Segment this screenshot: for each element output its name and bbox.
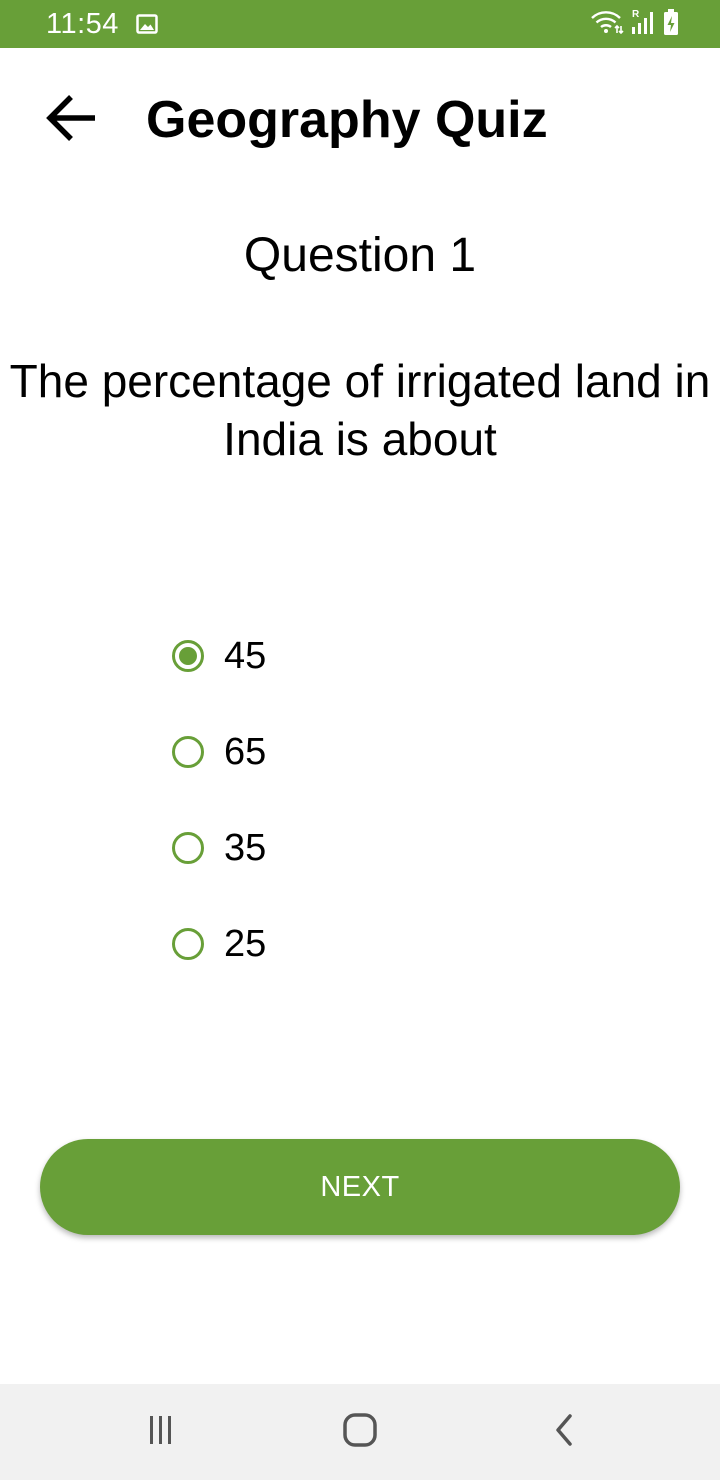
option-label: 25	[224, 923, 267, 965]
status-icons: R	[590, 8, 680, 40]
radio-button[interactable]	[172, 928, 204, 960]
recent-apps-icon	[142, 1412, 178, 1453]
home-icon	[340, 1410, 380, 1455]
home-button[interactable]	[336, 1408, 384, 1456]
answer-option[interactable]: 65	[170, 728, 266, 776]
next-button[interactable]: NEXT	[40, 1139, 680, 1235]
app-bar: Geography Quiz	[0, 48, 720, 194]
radio-button-selected[interactable]	[172, 640, 204, 672]
navigation-bar	[0, 1384, 720, 1480]
answer-option[interactable]: 45	[170, 632, 266, 680]
nav-back-button[interactable]	[540, 1408, 588, 1456]
radio-button[interactable]	[172, 736, 204, 768]
recent-apps-button[interactable]	[136, 1408, 184, 1456]
radio-button[interactable]	[172, 832, 204, 864]
arrow-back-icon	[43, 89, 101, 152]
battery-charging-icon	[662, 8, 680, 41]
signal-icon: R	[630, 8, 656, 41]
back-icon	[546, 1412, 582, 1453]
option-label: 35	[224, 827, 267, 869]
answer-options: 45 65 35 25	[170, 632, 266, 1016]
gallery-icon	[136, 13, 158, 35]
answer-option[interactable]: 35	[170, 824, 266, 872]
svg-text:R: R	[632, 9, 640, 20]
status-bar: 11:54 R	[0, 0, 720, 48]
question-text: The percentage of irrigated land in Indi…	[9, 355, 711, 465]
answer-option[interactable]: 25	[170, 920, 266, 968]
back-button[interactable]	[36, 84, 108, 156]
option-label: 65	[224, 731, 267, 773]
option-label: 45	[224, 635, 267, 677]
question-number: Question 1	[243, 229, 477, 282]
status-time: 11:54	[46, 8, 119, 40]
wifi-icon	[590, 10, 624, 39]
page-title: Geography Quiz	[146, 91, 548, 149]
